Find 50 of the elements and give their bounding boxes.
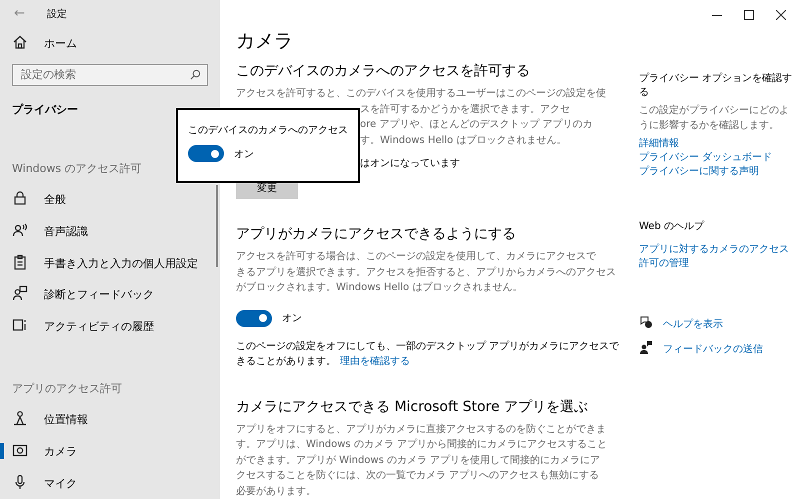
note-text: このページの設定をオフにしても、一部のデスクトップ アプリがカメラにアクセスで [236,340,620,354]
sidebar-item[interactable]: 音声認識 [0,215,220,248]
sidebar-item[interactable]: カメラ [0,435,220,468]
sidebar-item[interactable]: アクティビティの履歴 [0,310,220,343]
toggle-switch[interactable] [188,145,224,162]
description-line: す。アプリは、Windows のカメラ アプリから間接的にカメラにアクセスすること [236,438,608,452]
category-heading: プライバシー [11,102,79,117]
description-line: がブロックされます。Windows Hello はブロックされません。 [236,280,524,295]
sidebar-item[interactable]: 診断とフィードバック [0,279,220,311]
page-title: カメラ [236,29,294,54]
sidebar-item[interactable]: ホーム [0,28,220,60]
sidebar-item[interactable]: 手書き入力と入力の個人用設定 [0,247,220,280]
section-heading: アプリがカメラにアクセスできるようにする [236,225,517,243]
description-line: アプリをオフにすると、アプリがカメラに直接アクセスするのを防ぐことができま [236,422,607,436]
search-field[interactable]: 設定の検索 [12,64,208,86]
description-line: スを許可するかどうかを選択できます。アクセ [360,104,570,114]
toggle-label: オン [282,312,302,325]
description-line: きるアプリを選択できます。アクセスを拒否すると、アプリからカメラへのアクセス [236,266,617,280]
popup-label: このデバイスのカメラへのアクセス [188,124,348,137]
person-feedback-icon [639,340,653,357]
reason-link[interactable]: 理由を確認する [340,354,410,370]
panel-heading: Web のヘルプ [639,220,706,233]
description-line: ore アプリや、ほとんどのデスクトップ アプリのカ [360,119,593,130]
panel-description: この設定がプライバシーにどのように影響するかを確認します。 [639,104,790,133]
toggle-switch[interactable] [236,310,272,326]
description-line: クセスすることを防ぐには、次の一覧でカメラ アプリへのアクセスも無効にする [236,468,600,483]
window-title: 設定 [46,8,67,21]
status-text: はオンになっています [360,158,460,169]
note-text: きることがあります。 [236,355,336,369]
description-line: アクセスを許可すると、このデバイスを使用するユーザーはこのページの設定を使 [236,86,607,101]
search-icon [190,68,201,80]
group-heading: アプリのアクセス許可 [12,380,122,396]
description-line: 必要があります。 [236,484,317,498]
sidebar-item[interactable]: 位置情報 [0,404,220,436]
action-link[interactable]: フィードバックの送信 [663,342,763,356]
description-line: ができます。アプリが Windows のカメラ アプリを使用して間接的にカメラにア [236,454,602,468]
panel-link[interactable]: プライバシーに関する声明 [639,165,794,179]
sidebar-item[interactable]: 全般 [0,184,220,216]
panel-heading: プライバシー オプションを確認する [639,72,794,99]
section-heading: このデバイスのカメラへのアクセスを許可する [236,62,531,80]
panel-link[interactable]: 詳細情報 [639,137,794,151]
toggle-label: オン [234,148,254,160]
group-heading: Windows のアクセス許可 [12,160,142,176]
panel-link[interactable]: アプリに対するカメラのアクセス許可の管理 [639,243,794,271]
action-link[interactable]: ヘルプを表示 [663,316,723,330]
description-line: アクセスを許可する場合は、このページの設定を使用して、カメラにアクセスで [236,250,597,264]
description-line: す。Windows Hello はブロックされません。 [360,134,566,146]
sidebar-item[interactable]: マイク [0,467,220,499]
section-heading: カメラにアクセスできる Microsoft Store アプリを選ぶ [236,398,590,416]
panel-link[interactable]: プライバシー ダッシュボード [639,151,794,165]
